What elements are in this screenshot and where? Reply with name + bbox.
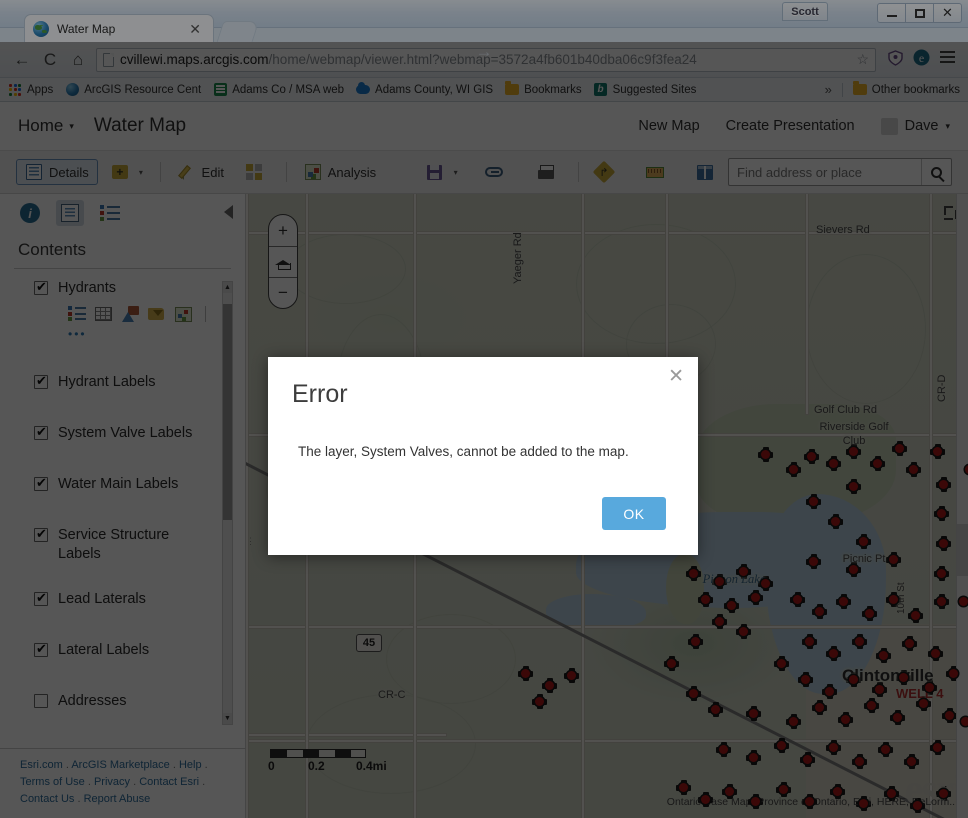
ok-button[interactable]: OK xyxy=(602,497,666,530)
error-dialog: ✕ Error The layer, System Valves, cannot… xyxy=(268,357,698,555)
dialog-title: Error xyxy=(292,380,348,408)
close-icon[interactable]: ✕ xyxy=(668,367,684,386)
browser-window: Scott ✕ Water Map ✕ ← → C ⌂ cvillewi.map… xyxy=(0,0,968,818)
dialog-message: The layer, System Valves, cannot be adde… xyxy=(298,444,629,459)
